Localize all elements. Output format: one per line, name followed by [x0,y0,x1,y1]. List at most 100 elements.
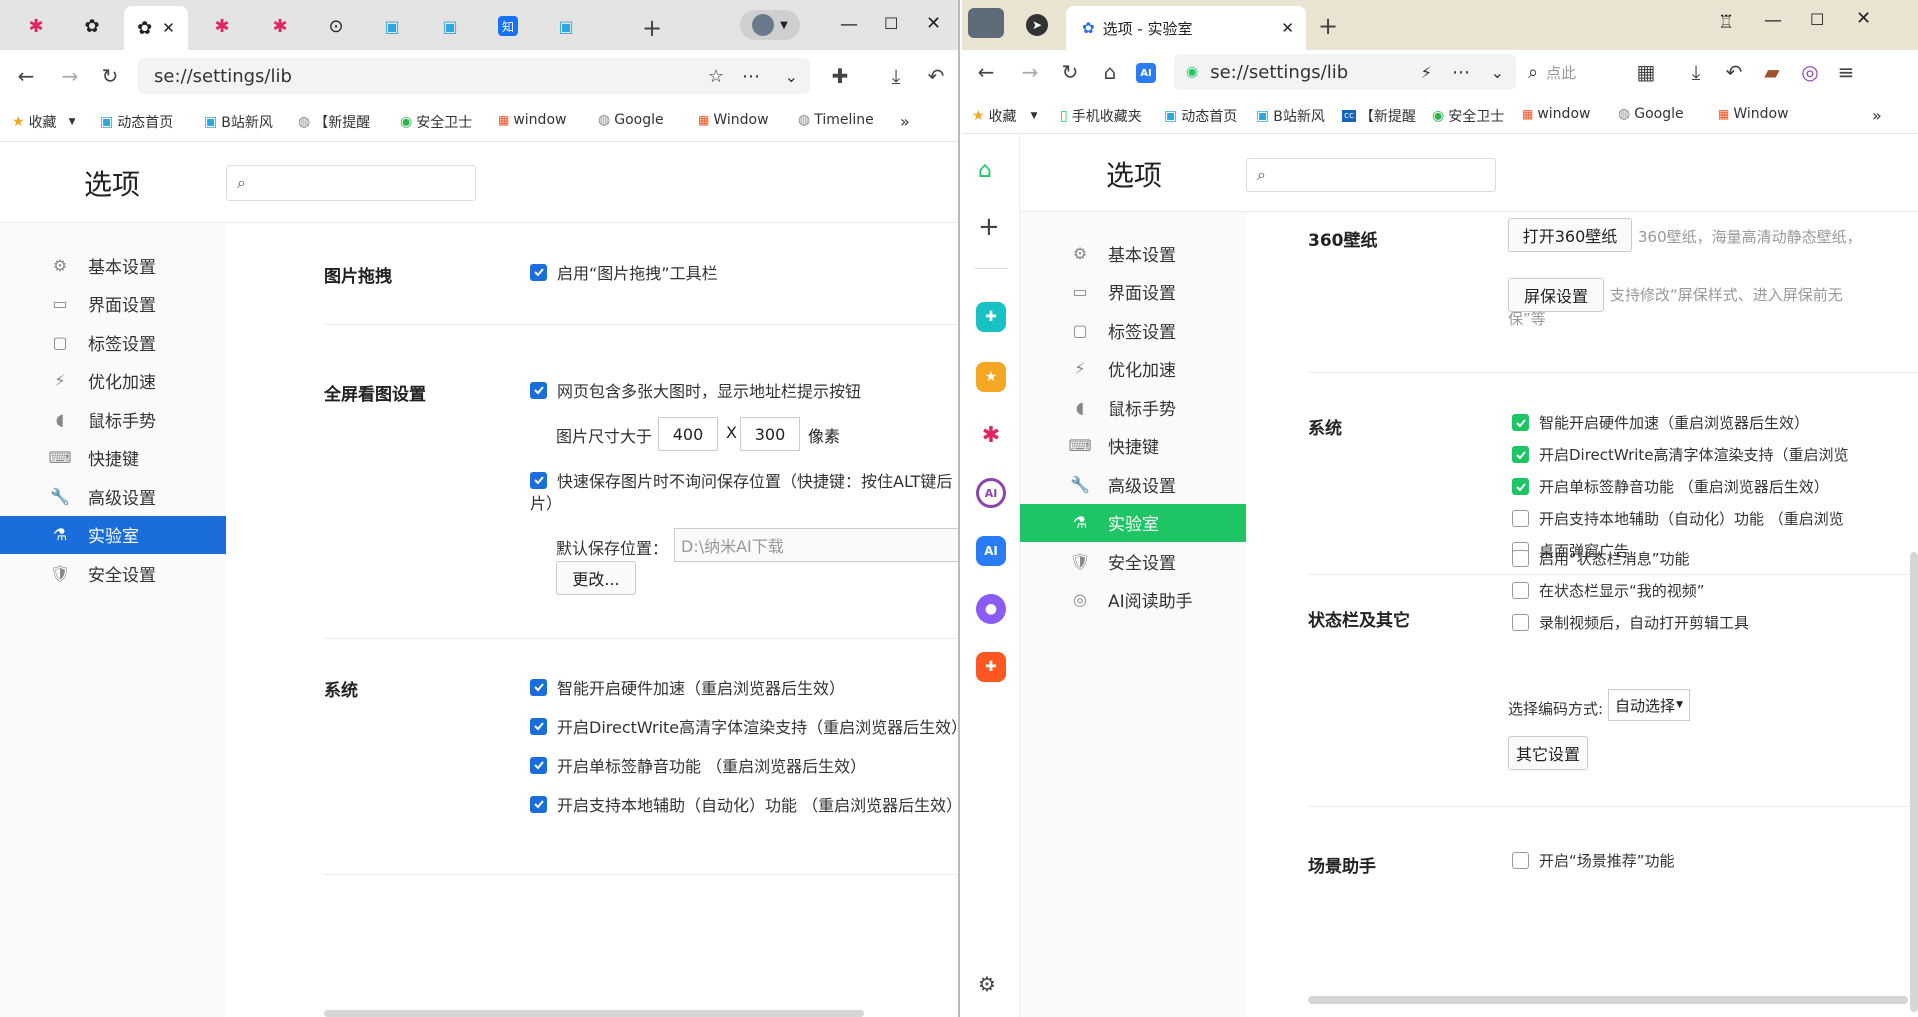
address-text[interactable]: se://settings/lib [154,66,292,87]
gear-icon[interactable]: ⚙ [978,972,996,996]
vertical-scrollbar[interactable] [1910,552,1918,1012]
sidebar-item-tabs[interactable]: ▢ 标签设置 [1020,311,1246,349]
option-image-drag-toolbar[interactable]: 启用“图片拖拽”工具栏 [530,260,718,284]
checkbox-checked[interactable] [1512,414,1529,431]
search-box[interactable]: ⌕ 点此 [1528,54,1622,90]
extensions-icon[interactable]: ✚ [826,62,854,90]
settings-search-input[interactable]: ⌕ [226,165,476,201]
apps-grid-icon[interactable]: ▦ [1632,58,1660,86]
bookmark-favorites[interactable]: ★ 收藏 ▼ [12,112,75,132]
sidebar-item-advanced[interactable]: 🔧 高级设置 [1020,465,1246,503]
reload-icon[interactable]: ↻ [1056,58,1084,86]
bookmark-item[interactable]: ◉ 安全卫士 [1432,106,1514,126]
bookmark-item[interactable]: ◍ 【新提醒 [298,112,388,132]
sidebar-item-basic[interactable]: ⚙ 基本设置 [0,246,226,284]
checkbox-checked[interactable] [1512,478,1529,495]
tab-bilibili-3[interactable]: ▣ [540,8,592,44]
star-icon[interactable]: ☆ [708,66,724,87]
encoding-select[interactable]: 自动选择 ▼ [1608,689,1690,721]
ai-icon[interactable]: AI [1136,63,1156,83]
checkbox-checked[interactable] [530,471,547,489]
sidebar-item-security[interactable]: 🛡 安全设置 [0,554,226,592]
more-icon[interactable]: ⋯ [1452,62,1470,83]
tab-zhihu[interactable]: 知 [482,8,534,44]
navigate-icon[interactable]: ➤ [1026,14,1048,36]
game-app-icon[interactable]: ✚ [976,652,1006,682]
checkbox-checked[interactable] [1512,446,1529,463]
new-tab-icon[interactable]: + [1318,12,1338,40]
save-location-field[interactable]: D:\纳米AI下载 [674,528,958,562]
download-icon[interactable]: ⤓ [1682,58,1710,86]
briefcase-icon[interactable]: ▰ [1758,58,1786,86]
open-wallpaper-button[interactable]: 打开360壁纸 [1508,218,1632,252]
sidebar-item-ai-reader[interactable]: ◎ AI阅读助手 [1020,581,1246,619]
option-hardware-accel[interactable]: 智能开启硬件加速（重启浏览器后生效） [530,675,845,699]
back-icon[interactable]: ← [972,58,1000,86]
bookmarks-overflow-icon[interactable]: » [1872,106,1882,125]
checkbox-unchecked[interactable] [1512,582,1529,599]
checkbox-checked[interactable] [530,263,547,281]
option-system-3[interactable]: 开启支持本地辅助（自动化）功能 （重启浏览 [1512,508,1918,529]
other-settings-button[interactable]: 其它设置 [1508,736,1588,770]
checkbox-checked[interactable] [530,381,547,399]
address-bar[interactable]: ◉ se://settings/lib ⚡ ⋯ ⌄ [1174,54,1516,90]
checkbox-unchecked[interactable] [1512,852,1529,869]
more-icon[interactable]: ⋯ [742,66,760,87]
checkbox-checked[interactable] [530,756,547,774]
sidebar-item-security[interactable]: 🛡 安全设置 [1020,542,1246,580]
tab-bilibili-2[interactable]: ▣ [424,8,476,44]
forward-icon[interactable]: → [1016,58,1044,86]
sidebar-item-optimize[interactable]: ⚡ 优化加速 [0,362,226,400]
bookmark-item[interactable]: ▣ B站新风 [204,112,284,132]
sidebar-item-basic[interactable]: ⚙ 基本设置 [1020,234,1246,272]
tab-bilibili-1[interactable]: ▣ [366,8,418,44]
tab-settings-active[interactable]: ✿ ✕ [124,6,188,50]
checkbox-unchecked[interactable] [1512,550,1529,567]
minimize-icon[interactable]: — [1764,10,1782,31]
download-icon[interactable]: ⤓ [882,62,910,90]
bookmark-item[interactable]: ◍ Google [1618,106,1706,122]
shirt-skin-icon[interactable]: ♖ [1718,12,1734,33]
option-system-0[interactable]: 智能开启硬件加速（重启浏览器后生效） [1512,412,1918,433]
height-input[interactable]: 300 [740,417,800,451]
undo-icon[interactable]: ↶ [922,62,950,90]
bookmark-item[interactable]: ▣ B站新风 [1256,106,1336,126]
add-icon[interactable]: + [978,212,1000,242]
ai-assistant-icon[interactable]: ◎ [1796,58,1824,86]
tab-settings-1[interactable]: ✿ [66,8,118,44]
checkbox-checked[interactable] [530,678,547,696]
change-location-button[interactable]: 更改... [556,561,636,595]
bookmark-item[interactable]: cc 【新提醒 [1342,106,1424,126]
width-input[interactable]: 400 [658,417,718,451]
bookmark-item[interactable]: ◍ Google [598,112,684,128]
sidebar-item-mouse-gesture[interactable]: ◖ 鼠标手势 [0,400,226,438]
option-directwrite[interactable]: 开启DirectWrite高清字体渲染支持（重启浏览器后生效） [530,714,958,738]
sidebar-item-ui[interactable]: ▭ 界面设置 [1020,273,1246,311]
option-quick-save[interactable]: 快速保存图片时不询问保存位置（快捷键：按住ALT键后 [530,468,958,492]
tab-nano-3[interactable]: ✱ [254,8,306,44]
option-statusbar-2[interactable]: 录制视频后，自动打开剪辑工具 [1512,612,1918,633]
bookmark-item[interactable]: ▦ window [1522,106,1608,122]
menu-icon[interactable]: ≡ [1832,58,1860,86]
bookmark-item[interactable]: ◉ 安全卫士 [400,112,486,132]
option-address-hint[interactable]: 网页包含多张大图时，显示地址栏提示按钮 [530,378,861,402]
option-system-2[interactable]: 开启单标签静音功能 （重启浏览器后生效） [1512,476,1918,497]
sidebar-item-lab[interactable]: ⚗ 实验室 [0,515,226,554]
reload-icon[interactable]: ↻ [96,62,124,90]
lightning-icon[interactable]: ⚡ [1421,63,1432,82]
bookmark-item[interactable]: ▣ 动态首页 [1164,106,1248,126]
checkbox-unchecked[interactable] [1512,614,1529,631]
bookmark-favorites[interactable]: ★ 收藏 ▼ [972,106,1037,126]
tab-nano[interactable]: ✱ [10,8,62,44]
option-statusbar-1[interactable]: 在状态栏显示“我的视频” [1512,580,1918,601]
address-bar[interactable]: se://settings/lib ☆ ⋯ ⌄ [138,58,810,94]
home-icon[interactable]: ⌂ [978,158,992,183]
bookmark-item[interactable]: ▦ Window [1718,106,1808,122]
plus-app-icon[interactable]: ✚ [976,302,1006,332]
undo-icon[interactable]: ↶ [1720,58,1748,86]
bookmark-item[interactable]: ▦ window [498,112,584,128]
maximize-icon[interactable]: ☐ [1810,10,1824,29]
close-icon[interactable]: ✕ [162,19,175,37]
minimize-icon[interactable]: — [840,14,858,35]
bookmark-item[interactable]: ▦ Window [698,112,784,128]
